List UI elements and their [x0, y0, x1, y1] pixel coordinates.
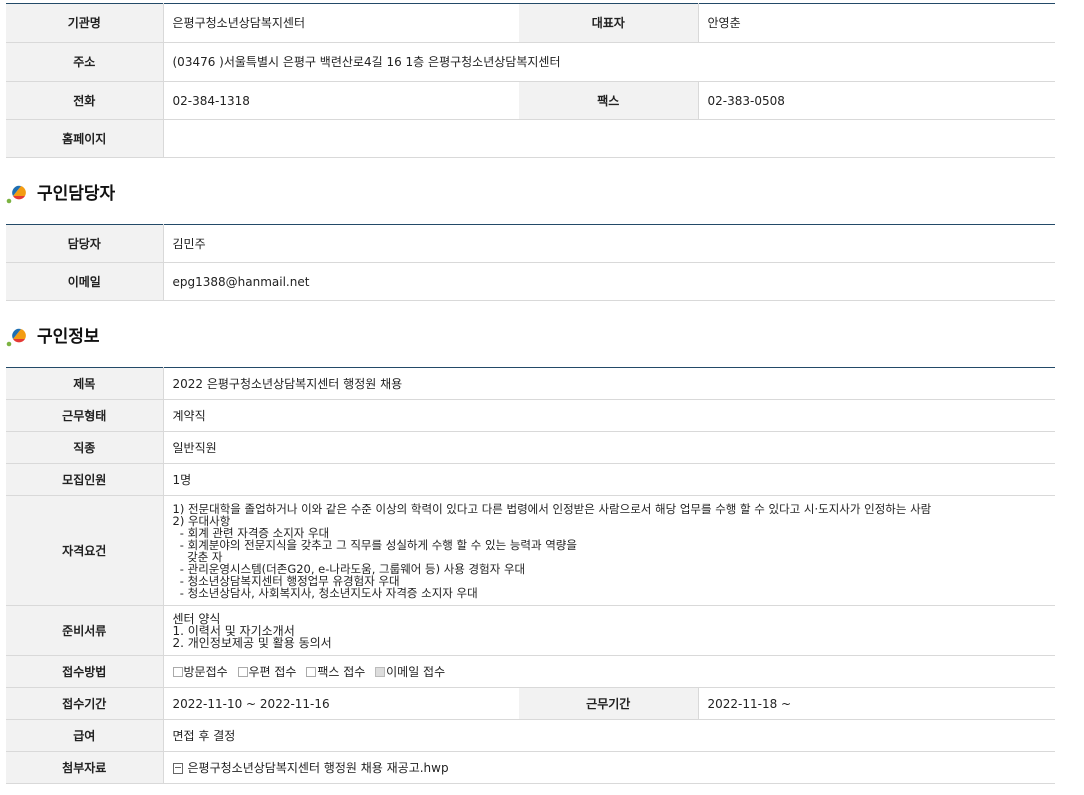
address-value: (03476 )서울특별시 은평구 백련산로4길 16 1층 은평구청소년상담복… — [163, 42, 1055, 82]
address-label: 주소 — [6, 42, 164, 82]
checkbox[interactable] — [172, 667, 183, 677]
table-row: 모집인원 1명 — [6, 463, 1055, 496]
method-options: 방문접수 우편 접수 팩스 접수 이메일 접수 — [163, 655, 1055, 688]
table-row: 제목 2022 은평구청소년상담복지센터 행정원 채용 — [6, 367, 1055, 400]
table-row: 기관명 은평구청소년상담복지센터 대표자 안영춘 — [6, 3, 1055, 43]
phone-value: 02-384-1318 — [163, 81, 519, 120]
contact-table: 담당자 김민주 이메일 epg1388@hanmail.net — [6, 224, 1055, 301]
email-label: 이메일 — [6, 262, 164, 301]
method-option-email[interactable]: 이메일 접수 — [375, 665, 445, 679]
method-option-visit[interactable]: 방문접수 — [172, 665, 228, 679]
method-option-fax[interactable]: 팩스 접수 — [306, 665, 365, 679]
file-icon — [172, 762, 183, 774]
method-option-mail[interactable]: 우편 접수 — [237, 665, 296, 679]
table-row: 홈페이지 — [6, 119, 1055, 158]
phone-label: 전화 — [6, 81, 164, 120]
section-bullet-icon — [6, 325, 28, 347]
table-row: 접수기간 2022-11-10 ~ 2022-11-16 근무기간 2022-1… — [6, 687, 1055, 720]
org-info-table: 기관명 은평구청소년상담복지센터 대표자 안영춘 주소 (03476 )서울특별… — [6, 3, 1055, 158]
table-row: 이메일 epg1388@hanmail.net — [6, 262, 1055, 301]
manager-value: 김민주 — [163, 224, 1055, 263]
job-info-table: 제목 2022 은평구청소년상담복지센터 행정원 채용 근무형태 계약직 직종 … — [6, 367, 1055, 784]
attachment-link[interactable]: 은평구청소년상담복지센터 행정원 채용 재공고.hwp — [188, 761, 449, 775]
work-period-label: 근무기간 — [519, 687, 699, 720]
table-row: 접수방법 방문접수 우편 접수 팩스 접수 이메일 접수 — [6, 655, 1055, 688]
documents-value: 센터 양식 1. 이력서 및 자기소개서 2. 개인정보제공 및 활용 동의서 — [163, 605, 1055, 656]
table-row: 첨부자료 은평구청소년상담복지센터 행정원 채용 재공고.hwp — [6, 751, 1055, 784]
table-row: 준비서류 센터 양식 1. 이력서 및 자기소개서 2. 개인정보제공 및 활용… — [6, 605, 1055, 656]
attachment-cell: 은평구청소년상담복지센터 행정원 채용 재공고.hwp — [163, 751, 1055, 784]
table-row: 전화 02-384-1318 팩스 02-383-0508 — [6, 81, 1055, 120]
fax-label: 팩스 — [519, 81, 699, 120]
job-section-header: 구인정보 — [6, 301, 1055, 367]
salary-value: 면접 후 결정 — [163, 719, 1055, 752]
checkbox[interactable] — [237, 667, 248, 677]
category-label: 직종 — [6, 431, 164, 464]
table-row: 직종 일반직원 — [6, 431, 1055, 464]
job-posting-detail: 기관명 은평구청소년상담복지센터 대표자 안영춘 주소 (03476 )서울특별… — [6, 0, 1055, 784]
headcount-value: 1명 — [163, 463, 1055, 496]
period-value: 2022-11-10 ~ 2022-11-16 — [163, 687, 519, 720]
representative-label: 대표자 — [519, 3, 699, 43]
attachment-label: 첨부자료 — [6, 751, 164, 784]
fax-value: 02-383-0508 — [698, 81, 1055, 120]
qualifications-value: 1) 전문대학을 졸업하거나 이와 같은 수준 이상의 학력이 있다고 다른 법… — [163, 495, 1055, 606]
checkbox-checked[interactable] — [375, 667, 386, 677]
document-line: 센터 양식 — [172, 612, 221, 626]
section-title: 구인정보 — [37, 326, 100, 347]
category-value: 일반직원 — [163, 431, 1055, 464]
work-type-value: 계약직 — [163, 399, 1055, 432]
section-title: 구인담당자 — [37, 183, 116, 204]
contact-section-header: 구인담당자 — [6, 158, 1055, 224]
table-row: 주소 (03476 )서울특별시 은평구 백련산로4길 16 1층 은평구청소년… — [6, 42, 1055, 82]
table-row: 근무형태 계약직 — [6, 399, 1055, 432]
checkbox[interactable] — [306, 667, 317, 677]
manager-label: 담당자 — [6, 224, 164, 263]
section-bullet-icon — [6, 182, 28, 204]
headcount-label: 모집인원 — [6, 463, 164, 496]
period-label: 접수기간 — [6, 687, 164, 720]
salary-label: 급여 — [6, 719, 164, 752]
email-value[interactable]: epg1388@hanmail.net — [163, 262, 1055, 301]
org-name-label: 기관명 — [6, 3, 164, 43]
homepage-value[interactable] — [163, 119, 1055, 158]
work-type-label: 근무형태 — [6, 399, 164, 432]
work-period-value: 2022-11-18 ~ — [698, 687, 1055, 720]
subject-label: 제목 — [6, 367, 164, 400]
subject-value: 2022 은평구청소년상담복지센터 행정원 채용 — [163, 367, 1055, 400]
document-line: 2. 개인정보제공 및 활용 동의서 — [172, 636, 332, 650]
table-row: 담당자 김민주 — [6, 224, 1055, 263]
qualification-line: 1) 전문대학을 졸업하거나 이와 같은 수준 이상의 학력이 있다고 다른 법… — [172, 502, 932, 516]
qualification-line: - 청소년상담사, 사회복지사, 청소년지도사 자격증 소지자 우대 — [172, 586, 478, 600]
representative-value: 안영춘 — [698, 3, 1055, 43]
qualifications-label: 자격요건 — [6, 495, 164, 606]
org-name-value: 은평구청소년상담복지센터 — [163, 3, 519, 43]
method-label: 접수방법 — [6, 655, 164, 688]
table-row: 급여 면접 후 결정 — [6, 719, 1055, 752]
qualification-line: - 회계분야의 전문지식을 갖추고 그 직무를 성실하게 수행 할 수 있는 능… — [172, 538, 577, 552]
documents-label: 준비서류 — [6, 605, 164, 656]
homepage-label: 홈페이지 — [6, 119, 164, 158]
table-row: 자격요건 1) 전문대학을 졸업하거나 이와 같은 수준 이상의 학력이 있다고… — [6, 495, 1055, 606]
